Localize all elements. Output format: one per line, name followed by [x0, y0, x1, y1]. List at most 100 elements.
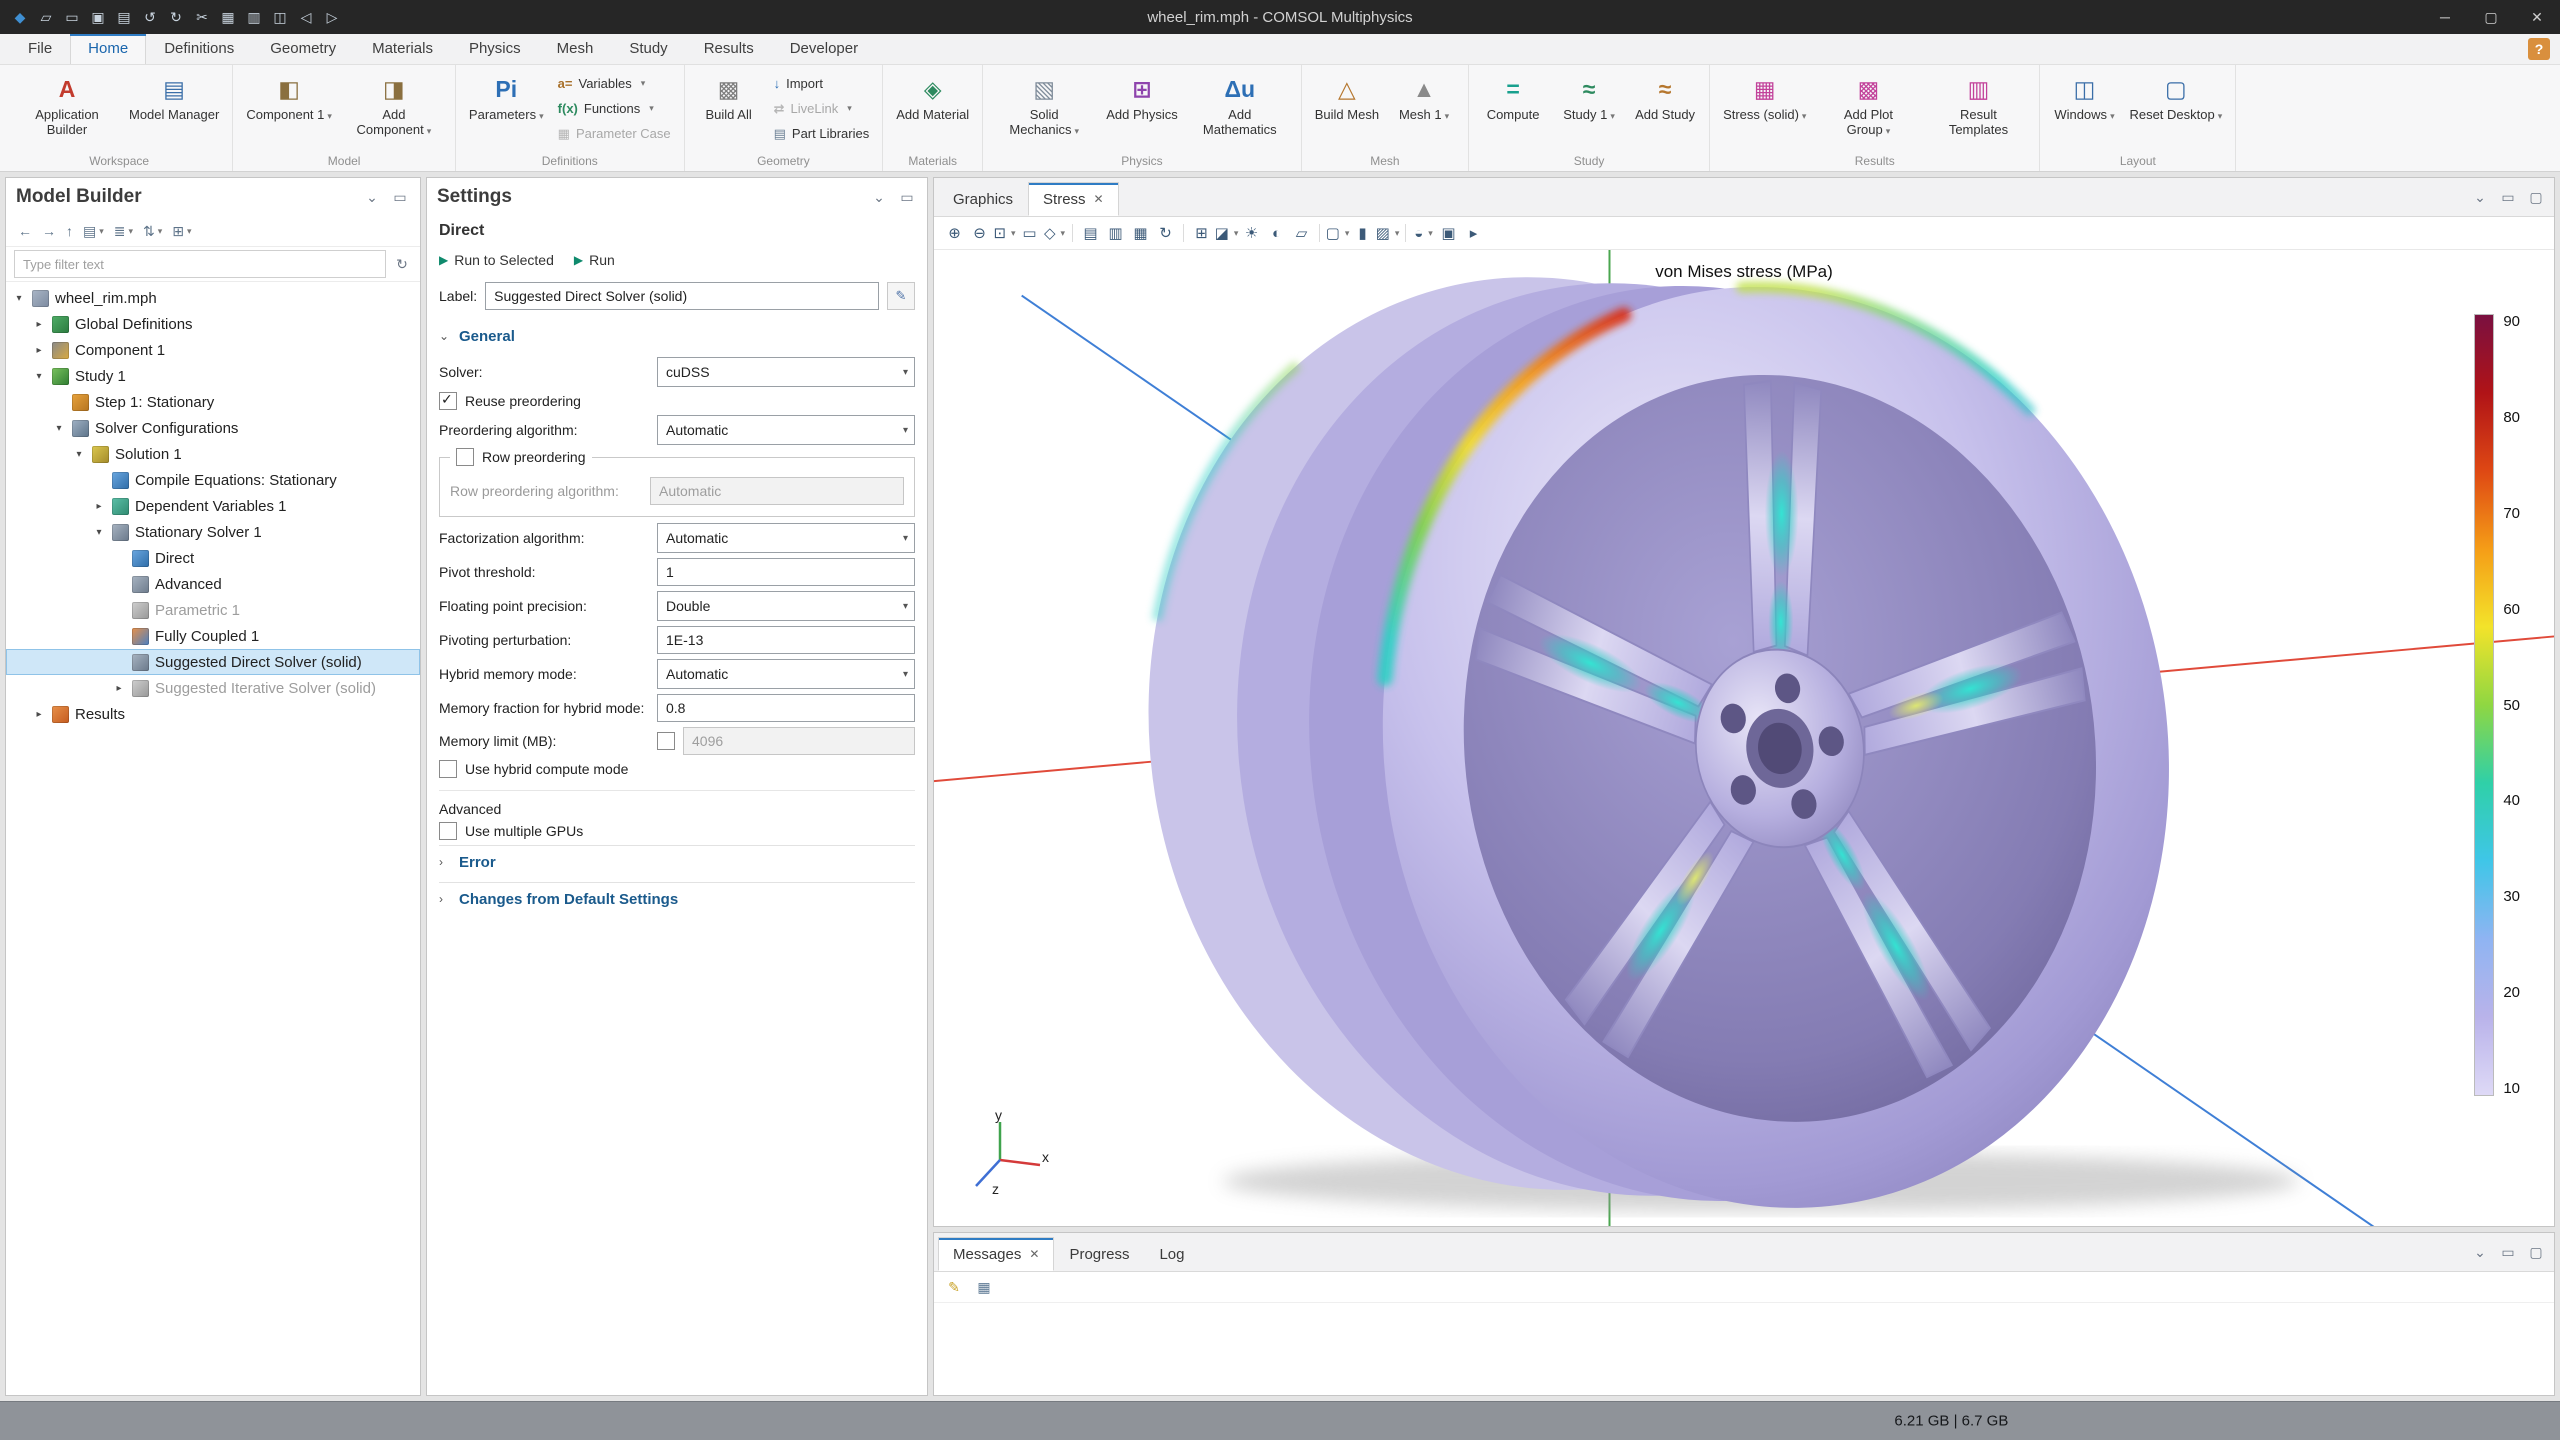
- tab-stress[interactable]: Stress✕: [1028, 182, 1119, 216]
- tree-item[interactable]: ▸Global Definitions: [6, 311, 420, 337]
- section-general[interactable]: ⌄ General: [439, 320, 915, 352]
- section-changes-from-default[interactable]: › Changes from Default Settings: [439, 882, 915, 915]
- tree-item[interactable]: ▾wheel_rim.mph: [6, 285, 420, 311]
- redo-icon[interactable]: ↻: [164, 5, 188, 29]
- stress-solid-button[interactable]: ▦Stress (solid)▾: [1718, 68, 1811, 151]
- open-file-icon[interactable]: ▭: [60, 5, 84, 29]
- floating-point-precision-select[interactable]: Double ▾: [657, 591, 915, 621]
- windows-button[interactable]: ◫Windows▾: [2048, 68, 2120, 151]
- tree-item[interactable]: Direct: [6, 545, 420, 571]
- label-input[interactable]: [485, 282, 879, 310]
- maximize-panel-icon[interactable]: ▢: [2526, 1242, 2546, 1262]
- tree-item[interactable]: ▾Solution 1: [6, 441, 420, 467]
- snapshot-icon[interactable]: ▣: [1436, 221, 1461, 246]
- application-builder-button[interactable]: AApplication Builder: [14, 68, 120, 151]
- sort-icon[interactable]: ⇅▾: [139, 223, 166, 240]
- scene-light-icon[interactable]: ☀: [1239, 221, 1264, 246]
- comsol-logo[interactable]: ◆: [8, 5, 32, 29]
- zoom-in-icon[interactable]: ⊕: [942, 221, 967, 246]
- zoom-extents-icon[interactable]: ⊡▾: [992, 221, 1017, 246]
- copy-icon[interactable]: ▦: [216, 5, 240, 29]
- tree-item[interactable]: ▾Stationary Solver 1: [6, 519, 420, 545]
- livelink-button[interactable]: ⇄LiveLink▾: [769, 96, 875, 121]
- tree-item[interactable]: ▸Component 1: [6, 337, 420, 363]
- model-manager-button[interactable]: ▤Model Manager: [124, 68, 224, 151]
- close-button[interactable]: ✕: [2514, 0, 2560, 34]
- up-icon[interactable]: ↑: [62, 223, 77, 239]
- chevron-down-icon[interactable]: ⌄: [362, 187, 382, 207]
- save-icon[interactable]: ▣: [86, 5, 110, 29]
- row-preordering-checkbox[interactable]: [456, 448, 474, 466]
- maximize-button[interactable]: ▢: [2468, 0, 2514, 34]
- tree-toggle-icon[interactable]: ▸: [32, 709, 46, 720]
- reset-desktop-button[interactable]: ▢Reset Desktop▾: [2124, 68, 2227, 151]
- back-icon[interactable]: ←: [14, 223, 36, 239]
- tab-file[interactable]: File: [10, 34, 70, 64]
- add-component-button[interactable]: ◨Add Component▾: [341, 68, 447, 151]
- parameters-button[interactable]: PiParameters▾: [464, 68, 549, 151]
- tree-item[interactable]: ▸Results: [6, 701, 420, 727]
- maximize-panel-icon[interactable]: ▢: [2526, 187, 2546, 207]
- tree-toggle-icon[interactable]: ▾: [72, 449, 86, 460]
- go-to-yz-view-icon[interactable]: ▥: [1103, 221, 1128, 246]
- rotate-view-icon[interactable]: ↻: [1153, 221, 1178, 246]
- variables-button[interactable]: a=Variables▾: [553, 71, 676, 96]
- previous-node-icon[interactable]: ◁: [294, 5, 318, 29]
- add-mathematics-button[interactable]: ΔuAdd Mathematics: [1187, 68, 1293, 151]
- mesh-1-button[interactable]: ▲Mesh 1▾: [1388, 68, 1460, 151]
- memory-limit-checkbox[interactable]: [657, 732, 675, 750]
- tree-item[interactable]: Parametric 1: [6, 597, 420, 623]
- compute-button[interactable]: =Compute: [1477, 68, 1549, 151]
- copy-messages-icon[interactable]: ▦: [974, 1277, 994, 1297]
- close-tab-icon[interactable]: ✕: [1094, 192, 1104, 206]
- tree-item[interactable]: Advanced: [6, 571, 420, 597]
- tab-progress[interactable]: Progress: [1054, 1237, 1144, 1271]
- factorization-algorithm-select[interactable]: Automatic ▾: [657, 523, 915, 553]
- build-mesh-button[interactable]: △Build Mesh: [1310, 68, 1384, 151]
- use-multiple-gpus-checkbox[interactable]: [439, 822, 457, 840]
- functions-button[interactable]: f(x)Functions▾: [553, 96, 676, 121]
- print-icon[interactable]: ▤: [112, 5, 136, 29]
- expand-tree-icon[interactable]: ⊞▾: [168, 223, 195, 240]
- chevron-down-icon[interactable]: ⌄: [2470, 1242, 2490, 1262]
- tab-study[interactable]: Study: [611, 34, 685, 64]
- zoom-out-icon[interactable]: ⊖: [967, 221, 992, 246]
- tree-item[interactable]: ▸Suggested Iterative Solver (solid): [6, 675, 420, 701]
- tree-item[interactable]: Suggested Direct Solver (solid): [6, 649, 420, 675]
- undo-icon[interactable]: ↺: [138, 5, 162, 29]
- help-icon[interactable]: ?: [2528, 38, 2550, 60]
- refresh-icon[interactable]: ↻: [392, 254, 412, 274]
- tree-toggle-icon[interactable]: ▾: [32, 371, 46, 382]
- tree-toggle-icon[interactable]: ▸: [112, 683, 126, 694]
- color-table-icon[interactable]: ▨▾: [1375, 221, 1400, 246]
- tab-mesh[interactable]: Mesh: [539, 34, 612, 64]
- run-button[interactable]: ▶ Run: [574, 252, 615, 268]
- lock-view-icon[interactable]: ▮: [1350, 221, 1375, 246]
- wireframe-icon[interactable]: ▱: [1289, 221, 1314, 246]
- tree-item[interactable]: ▾Study 1: [6, 363, 420, 389]
- tree-toggle-icon[interactable]: ▸: [32, 345, 46, 356]
- parameter-case-button[interactable]: ▦Parameter Case: [553, 121, 676, 146]
- tab-physics[interactable]: Physics: [451, 34, 539, 64]
- part-libraries-button[interactable]: ▤Part Libraries: [769, 121, 875, 146]
- memory-fraction-input[interactable]: [657, 694, 915, 722]
- go-to-default-view-icon[interactable]: ◇▾: [1042, 221, 1067, 246]
- tab-graphics[interactable]: Graphics: [938, 182, 1028, 216]
- tree-toggle-icon[interactable]: ▾: [92, 527, 106, 538]
- zoom-box-icon[interactable]: ▭: [1017, 221, 1042, 246]
- tree-toggle-icon[interactable]: ▸: [32, 319, 46, 330]
- tree-item[interactable]: Fully Coupled 1: [6, 623, 420, 649]
- hybrid-memory-mode-select[interactable]: Automatic ▾: [657, 659, 915, 689]
- add-physics-button[interactable]: ⊞Add Physics: [1101, 68, 1183, 151]
- section-error[interactable]: › Error: [439, 845, 915, 878]
- tree-item[interactable]: ▸Dependent Variables 1: [6, 493, 420, 519]
- paste-icon[interactable]: ▥: [242, 5, 266, 29]
- tab-materials[interactable]: Materials: [354, 34, 451, 64]
- transparency-icon[interactable]: ◐: [1264, 221, 1289, 246]
- use-hybrid-compute-mode-checkbox[interactable]: [439, 760, 457, 778]
- result-templates-button[interactable]: ▥Result Templates: [1925, 68, 2031, 151]
- solid-mechanics-button[interactable]: ▧Solid Mechanics▾: [991, 68, 1097, 151]
- select-mode-icon[interactable]: ▢▾: [1325, 221, 1350, 246]
- record-animation-icon[interactable]: ▸: [1461, 221, 1486, 246]
- tab-definitions[interactable]: Definitions: [146, 34, 252, 64]
